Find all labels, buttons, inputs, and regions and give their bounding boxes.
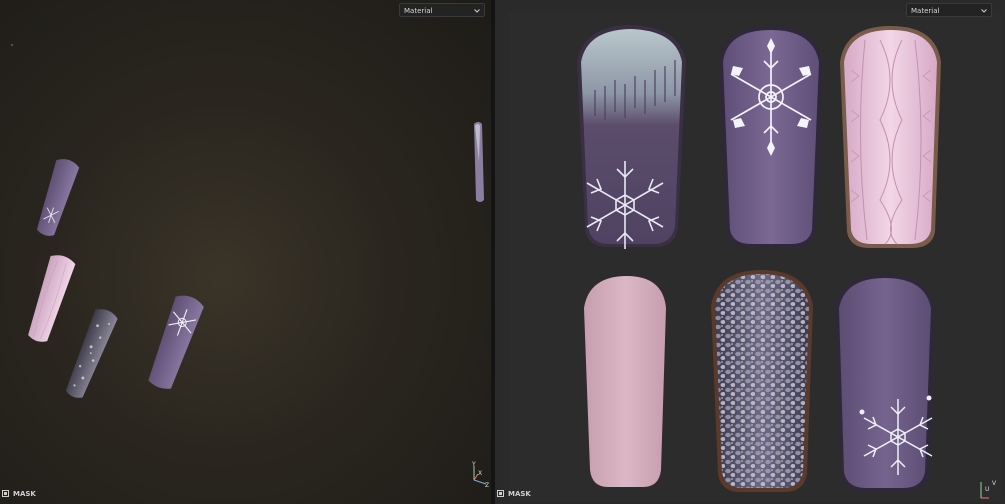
mask-label-text: MASK bbox=[13, 490, 36, 498]
nail-texture-glitter[interactable] bbox=[711, 270, 813, 492]
nail-texture-snowflake-bottom[interactable] bbox=[835, 274, 935, 492]
nail-3d-snowflake-small[interactable] bbox=[33, 156, 80, 239]
material-dropdown-value: Material bbox=[404, 7, 433, 15]
axis-x-label: X bbox=[478, 470, 482, 477]
texture-sheet[interactable] bbox=[495, 0, 1005, 504]
axis-y-label: Y bbox=[471, 461, 476, 468]
nail-3d-side[interactable] bbox=[474, 122, 484, 202]
chevron-down-icon bbox=[474, 9, 480, 13]
axis-z-label: Z bbox=[485, 482, 489, 488]
chevron-down-icon bbox=[981, 9, 987, 13]
viewport-3d[interactable]: Material Y X Z MASK bbox=[0, 0, 491, 504]
uv-axis-gizmo-icon[interactable]: V U bbox=[979, 476, 1003, 502]
material-dropdown[interactable]: Material bbox=[399, 3, 485, 17]
nail-model-3d[interactable] bbox=[0, 0, 491, 504]
material-dropdown-value: Material bbox=[911, 7, 940, 15]
mask-toggle-2d[interactable]: MASK bbox=[497, 488, 531, 500]
mask-label-text: MASK bbox=[508, 490, 531, 498]
axis-v-label: V bbox=[992, 480, 997, 487]
nail-3d-glitter[interactable] bbox=[62, 306, 119, 401]
nail-texture-snowflake[interactable] bbox=[719, 26, 823, 248]
nail-texture-plain-pink[interactable] bbox=[584, 276, 666, 487]
nail-3d-snowflake[interactable] bbox=[145, 292, 206, 392]
viewport-2d[interactable]: Material V U MASK bbox=[495, 0, 1005, 504]
mask-toggle[interactable]: MASK bbox=[2, 488, 36, 500]
material-dropdown-2d[interactable]: Material bbox=[906, 3, 992, 17]
nail-texture-gradient-snowflake[interactable] bbox=[577, 25, 686, 249]
mask-checkbox-icon[interactable] bbox=[2, 490, 9, 497]
axis-u-label: U bbox=[985, 486, 989, 493]
nail-3d-knit[interactable] bbox=[24, 252, 76, 345]
mask-checkbox-icon[interactable] bbox=[497, 490, 504, 497]
nail-texture-knit[interactable] bbox=[840, 26, 941, 248]
axis-gizmo-icon[interactable]: Y X Z bbox=[466, 460, 490, 488]
